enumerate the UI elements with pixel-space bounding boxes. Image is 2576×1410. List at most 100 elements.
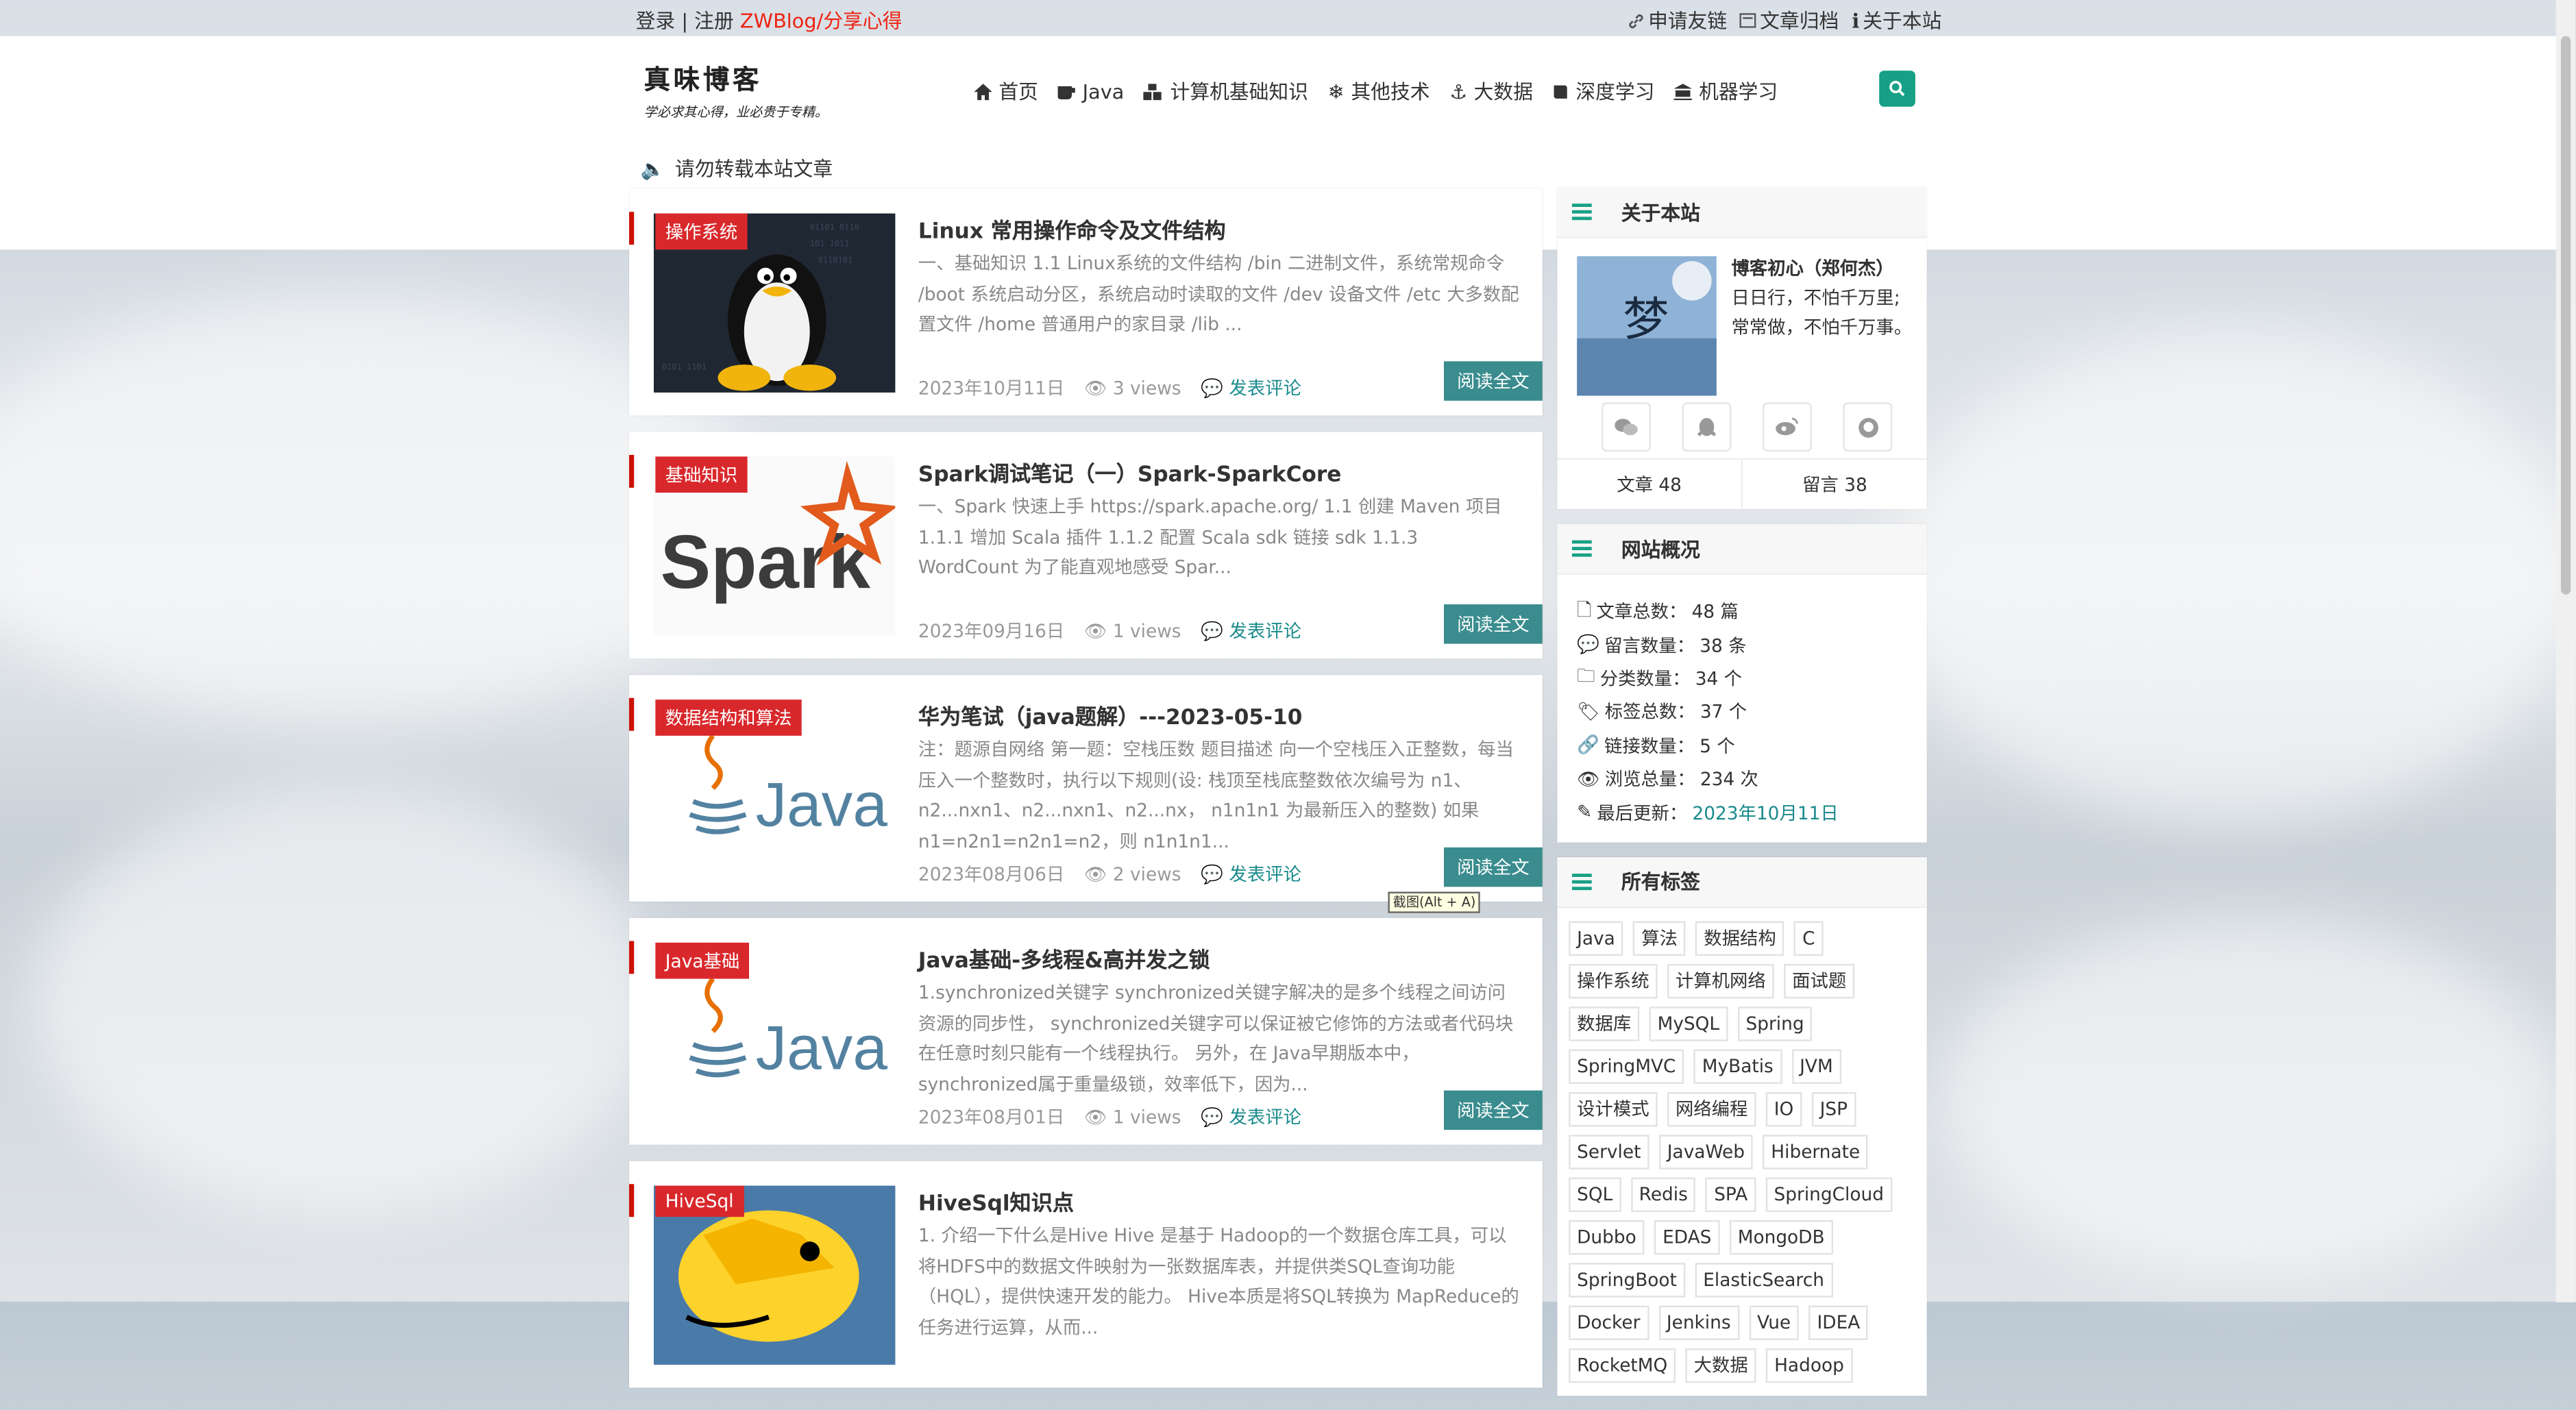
post-title[interactable]: HiveSql知识点 [918,1186,1074,1217]
archive-link[interactable]: 文章归档 [1740,7,1839,35]
comment-link[interactable]: 💬 发表评论 [1201,1104,1301,1130]
tag-item[interactable]: Hibernate [1763,1134,1869,1170]
post-title[interactable]: 华为笔试（java题解）---2023-05-10 [918,700,1302,731]
logo-subtitle: 学必求其心得，业必贵于专精。 [643,105,829,120]
comment-link[interactable]: 💬 发表评论 [1201,861,1301,887]
comment-link[interactable]: 💬 发表评论 [1201,617,1301,643]
wechat-button[interactable] [1602,402,1651,452]
read-more-button[interactable]: 阅读全文 [1443,604,1543,644]
tag-item[interactable]: Docker [1569,1304,1649,1340]
profile-desc: 日日行，不怕千万里; 常常做，不怕千万事。 [1731,284,1912,343]
scrollbar[interactable] [2555,0,2576,1302]
login-link[interactable]: 登录 [636,10,676,33]
site-logo[interactable]: 真味博客 学必求其心得，业必贵于专精。 [644,58,828,121]
post-category[interactable]: 数据结构和算法 [655,700,802,736]
tag-item[interactable]: 面试题 [1784,963,1855,998]
nav-item-home[interactable]: 首页 [974,77,1038,106]
svg-text:0101 1101: 0101 1101 [662,362,707,371]
tag-item[interactable]: SpringCloud [1765,1177,1892,1212]
tag-item[interactable]: Servlet [1569,1134,1649,1170]
nav-item-deep-learning[interactable]: 深度学习 [1553,77,1654,106]
tag-item[interactable]: IO [1765,1091,1802,1126]
nav-label: 大数据 [1473,80,1534,104]
scrollbar-thumb[interactable] [2560,36,2571,595]
nav-item-other-tech[interactable]: ❄ 其他技术 [1328,77,1430,106]
friend-link-apply[interactable]: 申请友链 [1628,7,1727,35]
nav-label: 计算机基础知识 [1170,80,1308,104]
read-more-button[interactable]: 阅读全文 [1443,847,1543,887]
tag-item[interactable]: 大数据 [1685,1348,1756,1383]
tag-item[interactable]: Hadoop [1766,1348,1852,1383]
tag-item[interactable]: MySQL [1649,1006,1728,1041]
weibo-button[interactable] [1762,402,1812,452]
tag-item[interactable]: 计算机网络 [1667,963,1774,998]
tag-item[interactable]: 数据结构 [1695,921,1784,956]
post-list: 01101 0110 101 1011 0110101 0101 1101 操作系统 … [629,188,1543,1405]
tag-item[interactable]: 数据库 [1569,1006,1640,1041]
nav-item-java[interactable]: Java [1057,77,1124,106]
about-link[interactable]: ℹ 关于本站 [1852,7,1941,35]
snowflake-icon: ❄ [1327,79,1345,103]
tag-item[interactable]: RocketMQ [1569,1348,1676,1383]
stat-label: 浏览总量： [1604,769,1695,791]
nav-item-big-data[interactable]: ⚓ 大数据 [1449,77,1533,106]
stat-value: 37 个 [1700,702,1747,723]
comment-icon: 💬 [1201,1106,1224,1128]
tag-item[interactable]: IDEA [1808,1304,1869,1340]
post-title[interactable]: Linux 常用操作命令及文件结构 [918,214,1226,245]
register-link[interactable]: 注册 [694,10,734,33]
github-button[interactable] [1843,402,1893,452]
profile-desc-line: 日日行，不怕千万里; [1731,287,1900,309]
post-category[interactable]: 操作系统 [655,213,748,250]
stat-value: 234 次 [1700,769,1758,791]
read-more-button[interactable]: 阅读全文 [1443,1090,1543,1130]
tag-item[interactable]: C [1794,921,1824,956]
post-category[interactable]: 基础知识 [655,456,748,493]
comment-link[interactable]: 💬 发表评论 [1201,375,1301,401]
read-more-button[interactable]: 阅读全文 [1443,361,1543,401]
tag-item[interactable]: Dubbo [1569,1220,1645,1254]
tag-item[interactable]: Redis [1630,1177,1696,1212]
tag-item[interactable]: MyBatis [1693,1049,1782,1084]
post-category[interactable]: Java基础 [655,942,750,979]
tag-item[interactable]: JavaWeb [1658,1134,1753,1170]
nav-item-cs-basics[interactable]: 计算机基础知识 [1144,77,1308,106]
tag-item[interactable]: ElasticSearch [1695,1262,1832,1297]
tag-item[interactable]: Spring [1737,1006,1813,1041]
tag-item[interactable]: JSP [1811,1091,1856,1126]
tag-item[interactable]: MongoDB [1729,1220,1833,1254]
profile-desc-line: 常常做，不怕千万事。 [1731,317,1913,338]
tag-item[interactable]: SQL [1569,1177,1621,1212]
stat-value[interactable]: 2023年10月11日 [1692,799,1838,825]
post-title[interactable]: Java基础-多线程&高并发之锁 [918,943,1210,974]
site-slogan[interactable]: ZWBlog/分享心得 [740,10,902,33]
nav-item-machine-learning[interactable]: 机器学习 [1674,77,1778,106]
tag-item[interactable]: Jenkins [1658,1304,1739,1340]
tag-item[interactable]: 网络编程 [1667,1091,1756,1126]
message-count[interactable]: 留言 38 [1743,460,1926,509]
post-card: Spark 基础知识 Spark调试笔记（一）Spark-SparkCore 一… [629,432,1543,659]
comment-icon: 💬 [1201,621,1224,643]
article-count[interactable]: 文章 48 [1557,460,1743,510]
tag-item[interactable]: 设计模式 [1569,1091,1658,1126]
post-category[interactable]: HiveSql [655,1185,744,1217]
post-title[interactable]: Spark调试笔记（一）Spark-SparkCore [918,456,1341,488]
tag-item[interactable]: Vue [1748,1304,1800,1340]
tag-item[interactable]: SPA [1706,1177,1756,1212]
tag-item[interactable]: 操作系统 [1569,963,1658,998]
qq-button[interactable] [1682,402,1732,452]
avatar[interactable]: 梦 [1577,256,1717,402]
comment-label: 发表评论 [1229,863,1301,885]
tag-list: Java 算法 数据结构 C 操作系统 计算机网络 面试题数据库 MySQL Spring Spr… [1557,908,1926,1396]
tag-item[interactable]: 算法 [1633,921,1686,956]
post-excerpt: 一、基础知识 1.1 Linux系统的文件结构 /bin 二进制文件，系统常规命… [918,253,1519,335]
tag-item[interactable]: Java [1569,921,1623,956]
stat-label: 链接数量： [1604,735,1695,757]
tag-item[interactable]: SpringBoot [1569,1262,1685,1297]
menu-icon [1571,870,1592,893]
tag-item[interactable]: SpringMVC [1569,1049,1684,1084]
tag-item[interactable]: JVM [1791,1049,1841,1084]
separator: | [675,10,695,33]
tag-item[interactable]: EDAS [1654,1220,1720,1254]
search-button[interactable] [1879,71,1915,107]
